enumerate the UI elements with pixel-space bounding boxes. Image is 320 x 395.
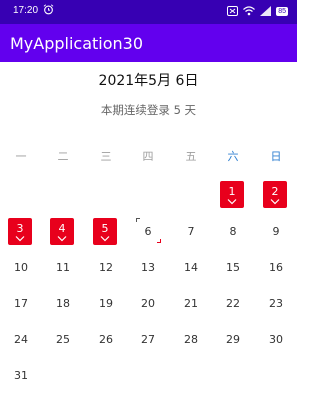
day-number: 7: [187, 225, 195, 238]
day-cell-signed[interactable]: 3: [0, 217, 42, 253]
day-cell-signed[interactable]: 1: [212, 180, 254, 216]
day-cell[interactable]: 8: [212, 217, 254, 253]
day-number: 29: [226, 333, 240, 346]
today-marker: [136, 218, 140, 222]
day-cell[interactable]: 17: [0, 289, 42, 325]
day-cell-today[interactable]: 6: [127, 217, 169, 253]
checkmark-icon: [100, 236, 110, 242]
day-cell[interactable]: 16: [255, 253, 297, 289]
day-cell[interactable]: 19: [85, 289, 127, 325]
day-cell[interactable]: 9: [255, 217, 297, 253]
day-number: 31: [14, 369, 28, 382]
weekday-header: 一二三四五六日: [0, 148, 297, 164]
day-number: 3: [16, 222, 24, 235]
day-cell[interactable]: 24: [0, 325, 42, 361]
day-number: 19: [99, 297, 113, 310]
day-cell[interactable]: 28: [170, 325, 212, 361]
day-number: 8: [229, 225, 237, 238]
day-cell[interactable]: 14: [170, 253, 212, 289]
day-cell[interactable]: 30: [255, 325, 297, 361]
day-number: 6: [144, 225, 152, 238]
day-cell[interactable]: 13: [127, 253, 169, 289]
weekday-label: 四: [142, 150, 154, 163]
day-number: 28: [184, 333, 198, 346]
day-number: 17: [14, 297, 28, 310]
day-number: 4: [58, 222, 66, 235]
day-cell[interactable]: 21: [170, 289, 212, 325]
sim-card-icon: [227, 6, 239, 16]
day-number: 18: [56, 297, 70, 310]
weekday-label: 二: [57, 150, 69, 163]
day-cell-signed[interactable]: 2: [255, 180, 297, 216]
day-number: 23: [269, 297, 283, 310]
app-bar: MyApplication30: [0, 24, 297, 62]
day-number: 1: [228, 185, 236, 198]
day-cell[interactable]: 31: [0, 361, 42, 395]
weekday-label: 日: [270, 150, 282, 163]
day-number: 5: [101, 222, 109, 235]
day-cell[interactable]: 23: [255, 289, 297, 325]
day-cell[interactable]: 11: [42, 253, 84, 289]
day-number: 27: [141, 333, 155, 346]
status-time: 17:20: [13, 5, 39, 16]
checkmark-icon: [15, 236, 25, 242]
day-cell-signed[interactable]: 5: [85, 217, 127, 253]
day-number: 22: [226, 297, 240, 310]
day-cell[interactable]: 10: [0, 253, 42, 289]
weekday-label: 五: [185, 150, 197, 163]
day-number: 9: [272, 225, 280, 238]
day-number: 11: [56, 261, 70, 274]
checkmark-icon: [270, 199, 280, 205]
checkmark-icon: [57, 236, 67, 242]
day-cell[interactable]: 20: [127, 289, 169, 325]
weekday-label: 三: [100, 150, 112, 163]
day-number: 25: [56, 333, 70, 346]
day-number: 24: [14, 333, 28, 346]
signal-icon: [260, 6, 272, 16]
day-number: 15: [226, 261, 240, 274]
alarm-icon: [43, 4, 54, 15]
day-number: 12: [99, 261, 113, 274]
day-cell[interactable]: 27: [127, 325, 169, 361]
checkmark-icon: [227, 199, 237, 205]
day-number: 20: [141, 297, 155, 310]
app-title: MyApplication30: [10, 34, 144, 53]
today-marker: [157, 239, 161, 243]
status-bar: 17:20 85: [0, 0, 297, 24]
day-cell[interactable]: 7: [170, 217, 212, 253]
weekday-label: 一: [15, 150, 27, 163]
day-cell[interactable]: 12: [85, 253, 127, 289]
weekday-label: 六: [227, 150, 239, 163]
day-number: 16: [269, 261, 283, 274]
day-number: 14: [184, 261, 198, 274]
day-number: 2: [271, 185, 279, 198]
day-cell[interactable]: 25: [42, 325, 84, 361]
login-streak-text: 本期连续登录 5 天: [100, 103, 197, 117]
day-number: 21: [184, 297, 198, 310]
day-cell[interactable]: 26: [85, 325, 127, 361]
day-cell[interactable]: 15: [212, 253, 254, 289]
day-cell-signed[interactable]: 4: [42, 217, 84, 253]
day-number: 30: [269, 333, 283, 346]
day-cell[interactable]: 22: [212, 289, 254, 325]
day-cell[interactable]: 29: [212, 325, 254, 361]
selected-date-title: 2021年5月 6日: [98, 73, 199, 89]
day-number: 13: [141, 261, 155, 274]
day-number: 26: [99, 333, 113, 346]
battery-level: 85: [276, 6, 288, 16]
wifi-icon: [243, 6, 256, 16]
day-number: 10: [14, 261, 28, 274]
day-cell[interactable]: 18: [42, 289, 84, 325]
